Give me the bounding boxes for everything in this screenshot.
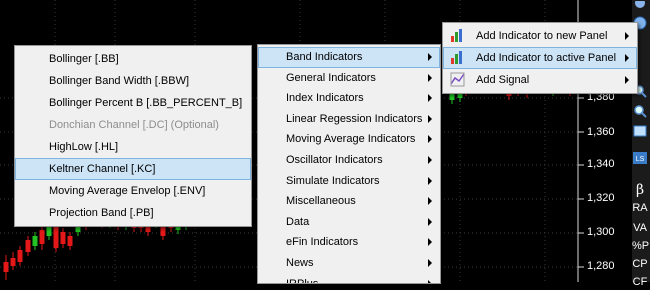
y-axis-label: 1,320	[587, 192, 615, 204]
menu-item-irplus[interactable]: IRPlus	[258, 274, 440, 284]
submenu-arrow-icon	[625, 76, 629, 84]
ls-icon[interactable]: LS	[632, 151, 648, 167]
zoom-out-icon[interactable]	[632, 104, 648, 120]
band-indicators-submenu: Bollinger [.BB] Bollinger Band Width [.B…	[14, 45, 252, 227]
submenu-arrow-icon	[428, 53, 432, 61]
menu-item-bollinger[interactable]: Bollinger [.BB]	[15, 48, 251, 70]
menu-item-label: Linear Regession Indicators	[286, 112, 423, 125]
menu-item-label: Moving Average Envelop [.ENV]	[49, 185, 206, 197]
menu-item-index-indicators[interactable]: Index Indicators	[258, 88, 440, 109]
submenu-arrow-icon	[428, 258, 432, 267]
submenu-arrow-icon	[428, 176, 432, 185]
menu-item-label: Index Indicators	[286, 92, 364, 105]
menu-item-simulate-indicators[interactable]: Simulate Indicators	[258, 171, 440, 192]
y-axis-label: 1,300	[587, 226, 615, 238]
menu-item-label: Add Indicator to new Panel	[476, 30, 608, 42]
chart-context-menu: Add Indicator to new Panel Add Indicator…	[442, 22, 638, 94]
toolbar-ra[interactable]: RA	[632, 200, 648, 216]
menu-item-add-indicator-active-panel[interactable]: Add Indicator to active Panel	[443, 47, 637, 69]
y-axis-label: 1,340	[587, 158, 615, 170]
menu-item-bollinger-band-width[interactable]: Bollinger Band Width [.BBW]	[15, 70, 251, 92]
menu-item-add-indicator-new-panel[interactable]: Add Indicator to new Panel	[443, 25, 637, 47]
toolbar-top-icon[interactable]	[632, 0, 648, 16]
menu-item-label: News	[286, 256, 314, 269]
menu-item-label: IRPlus	[286, 277, 319, 284]
candle-body	[25, 240, 31, 252]
submenu-arrow-icon	[428, 73, 432, 82]
signal-icon	[450, 72, 465, 87]
toolbar-percent-p[interactable]: %P	[632, 238, 649, 254]
candle-body	[53, 226, 59, 248]
menu-item-label: Band Indicators	[286, 51, 363, 63]
menu-item-highlow[interactable]: HighLow [.HL]	[15, 136, 251, 158]
menu-item-bollinger-percent-b[interactable]: Bollinger Percent B [.BB_PERCENT_B]	[15, 92, 251, 114]
candle-body	[39, 230, 45, 244]
menu-item-label: Data	[286, 215, 310, 228]
menu-item-label: eFin Indicators	[286, 236, 359, 249]
candle-body	[10, 258, 16, 266]
menu-item-label: General Indicators	[286, 71, 376, 84]
svg-text:LS: LS	[636, 156, 645, 163]
submenu-arrow-icon	[625, 32, 629, 40]
menu-item-label: Bollinger Percent B [.BB_PERCENT_B]	[49, 97, 243, 109]
menu-item-efin-indicators[interactable]: eFin Indicators	[258, 232, 440, 253]
candle-body	[32, 236, 38, 246]
menu-item-label: Donchian Channel [.DC] (Optional)	[49, 119, 219, 131]
y-axis-label: 1,280	[587, 260, 615, 272]
menu-item-label: Moving Average Indicators	[286, 133, 416, 146]
menu-item-label: Simulate Indicators	[286, 174, 380, 187]
menu-item-label: Miscellaneous	[286, 195, 356, 208]
menu-item-miscellaneous[interactable]: Miscellaneous	[258, 191, 440, 212]
menu-item-label: Add Indicator to active Panel	[476, 52, 617, 64]
menu-item-keltner-channel[interactable]: Keltner Channel [.KC]	[15, 158, 251, 180]
menu-item-label: Add Signal	[476, 74, 530, 86]
submenu-arrow-icon	[625, 54, 629, 62]
submenu-arrow-icon	[428, 217, 432, 226]
menu-item-label: Bollinger [.BB]	[49, 53, 119, 65]
menu-item-news[interactable]: News	[258, 253, 440, 274]
menu-item-oscillator-indicators[interactable]: Oscillator Indicators	[258, 150, 440, 171]
candle-body	[60, 232, 66, 244]
menu-item-band-indicators[interactable]: Band Indicators	[258, 47, 440, 68]
menu-item-donchian-channel: Donchian Channel [.DC] (Optional)	[15, 114, 251, 136]
candle-body	[3, 262, 9, 272]
menu-item-data[interactable]: Data	[258, 212, 440, 233]
beta-icon[interactable]: β	[632, 182, 648, 198]
menu-item-moving-average-envelop[interactable]: Moving Average Envelop [.ENV]	[15, 180, 251, 202]
toolbar-cp[interactable]: CP	[632, 256, 648, 272]
submenu-arrow-icon	[428, 197, 432, 206]
menu-item-label: Keltner Channel [.KC]	[49, 163, 156, 175]
menu-item-general-indicators[interactable]: General Indicators	[258, 68, 440, 89]
indicator-category-menu: Band Indicators General Indicators Index…	[257, 44, 441, 284]
submenu-arrow-icon	[428, 155, 432, 164]
candle-body	[17, 250, 23, 262]
panel-icon[interactable]	[632, 124, 648, 140]
candle-body	[67, 236, 73, 246]
menu-item-add-signal[interactable]: Add Signal	[443, 69, 637, 91]
toolbar-cf[interactable]: CF	[632, 274, 648, 290]
toolbar-va[interactable]: VA	[632, 220, 648, 236]
menu-item-linear-regession-indicators[interactable]: Linear Regession Indicators	[258, 109, 440, 130]
menu-item-label: Oscillator Indicators	[286, 153, 383, 166]
candle-body	[160, 226, 166, 236]
menu-item-projection-band[interactable]: Projection Band [.PB]	[15, 202, 251, 224]
menu-item-label: HighLow [.HL]	[49, 141, 119, 153]
menu-item-label: Bollinger Band Width [.BBW]	[49, 75, 190, 87]
y-axis-label: 1,360	[587, 126, 615, 138]
submenu-arrow-icon	[428, 238, 432, 247]
new-panel-icon	[450, 28, 465, 43]
submenu-arrow-icon	[428, 94, 432, 103]
submenu-arrow-icon	[428, 135, 432, 144]
submenu-arrow-icon	[428, 114, 432, 123]
menu-item-moving-average-indicators[interactable]: Moving Average Indicators	[258, 129, 440, 150]
menu-item-label: Projection Band [.PB]	[49, 207, 154, 219]
active-panel-icon	[450, 50, 465, 65]
